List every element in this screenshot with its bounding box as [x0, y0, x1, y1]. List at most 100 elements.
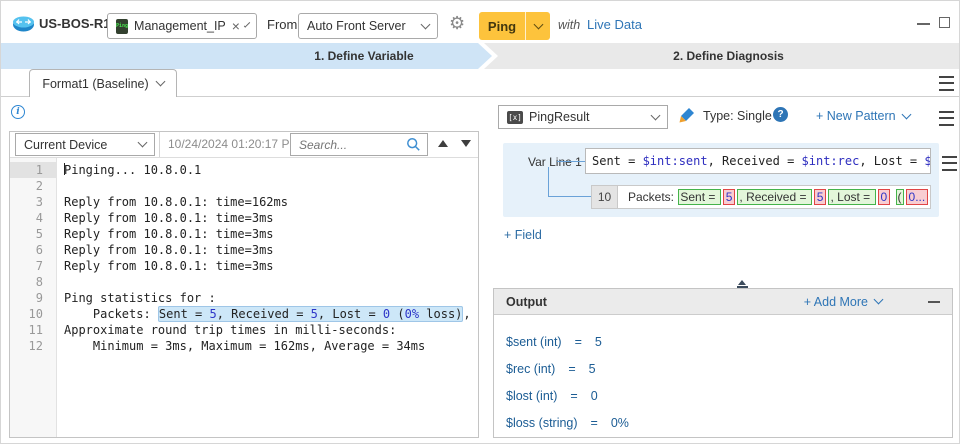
code-segment: Ping statistics for :: [64, 291, 216, 305]
collapse-up-icon[interactable]: [736, 280, 748, 288]
code-text: Minimum = 3ms, Maximum = 162ms, Average …: [56, 338, 425, 354]
code-editor[interactable]: 1Pinging... 10.8.0.123Reply from 10.8.0.…: [10, 158, 478, 437]
chevron-right-icon: ›: [929, 190, 931, 205]
tab-label: Format1 (Baseline): [42, 77, 148, 91]
step-define-diagnosis[interactable]: 2. Define Diagnosis: [498, 43, 959, 69]
help-icon[interactable]: ?: [773, 107, 788, 122]
menu-icon[interactable]: [942, 156, 957, 171]
router-icon: [12, 15, 35, 32]
add-field-link[interactable]: + Field: [504, 228, 542, 242]
next-match-button[interactable]: [461, 140, 471, 147]
menu-icon[interactable]: [939, 111, 954, 126]
match-segment: , Lost =: [828, 189, 875, 205]
live-data-link[interactable]: Live Data: [587, 17, 642, 32]
previous-match-button[interactable]: [438, 140, 448, 147]
menu-icon[interactable]: [939, 76, 954, 91]
step-define-variable[interactable]: 1. Define Variable: [1, 43, 492, 69]
command-select-value: Management_IP: [134, 19, 226, 33]
pattern-literal-token: Sent =: [592, 154, 643, 168]
code-line[interactable]: 4Reply from 10.8.0.1: time=3ms: [10, 210, 478, 226]
output-var-value: 5: [595, 335, 602, 349]
gear-icon[interactable]: ⚙: [449, 14, 465, 32]
code-line[interactable]: 12 Minimum = 3ms, Maximum = 162ms, Avera…: [10, 338, 478, 354]
add-more-label: + Add More: [804, 295, 868, 309]
selection-text: Sent =: [159, 307, 210, 321]
selection-text: loss): [419, 307, 462, 321]
code-segment: Reply from 10.8.0.1: time=162ms: [64, 195, 288, 209]
selection-text: (: [390, 307, 404, 321]
new-pattern-link[interactable]: + New Pattern: [816, 109, 910, 123]
match-segment: Packets:: [628, 190, 677, 204]
code-line[interactable]: 3 Reply from 10.8.0.1: time=162ms: [10, 194, 478, 210]
result-variable-select[interactable]: [x] PingResult: [498, 105, 668, 129]
raw-output-panel: Current Device 10/24/2024 01:20:17 PM 1P…: [9, 131, 479, 438]
code-segment: Reply from 10.8.0.1: time=3ms: [64, 211, 274, 225]
line-number: 12: [10, 338, 56, 354]
search-icon[interactable]: [406, 137, 421, 152]
connector-line: [548, 196, 591, 197]
output-row: $lost (int)=0: [494, 382, 952, 409]
pattern-literal-token: , Lost =: [859, 154, 924, 168]
code-line[interactable]: 2: [10, 178, 478, 194]
maximize-icon[interactable]: [939, 17, 950, 28]
pattern-variable-token: $int:sent: [643, 154, 708, 168]
with-label: with: [558, 18, 580, 32]
search-input[interactable]: [297, 137, 402, 153]
minimize-icon[interactable]: [917, 23, 930, 25]
chevron-down-icon: [874, 295, 884, 305]
output-equals: =: [570, 389, 577, 403]
line-number: 2: [10, 178, 56, 194]
one-line-link[interactable]: › 1 Line: [929, 185, 931, 209]
source-device-select[interactable]: Current Device: [15, 133, 155, 156]
code-text: Reply from 10.8.0.1: time=3ms: [56, 242, 274, 258]
device-name: US-BOS-R1: [39, 16, 111, 31]
output-equals: =: [591, 416, 598, 430]
matched-line-row[interactable]: 10 Packets: Sent = 5, Received = 5, Lost…: [591, 185, 931, 209]
chevron-down-icon[interactable]: [244, 21, 250, 27]
ping-run-split-button: Ping: [479, 12, 550, 40]
code-text: Reply from 10.8.0.1: time=3ms: [56, 210, 274, 226]
pattern-input[interactable]: Sent = $int:sent, Received = $int:rec, L…: [585, 148, 931, 174]
add-more-link[interactable]: + Add More: [804, 295, 882, 309]
code-line[interactable]: 9Ping statistics for :: [10, 290, 478, 306]
match-segment: 0...: [906, 189, 929, 205]
match-segment: 5: [814, 189, 827, 205]
tab-format1-baseline[interactable]: Format1 (Baseline): [29, 69, 177, 97]
output-var-value: 0%: [611, 416, 629, 430]
output-panel: Output + Add More $sent (int)=5$rec (int…: [493, 288, 953, 438]
front-server-select[interactable]: Auto Front Server: [298, 13, 438, 39]
ping-run-button[interactable]: Ping: [479, 12, 525, 40]
command-select[interactable]: Ping Management_IP ×: [107, 13, 257, 39]
ping-run-dropdown[interactable]: [525, 12, 550, 40]
edit-pencil-icon[interactable]: [679, 107, 695, 123]
code-segment: Minimum = 3ms, Maximum = 162ms, Average …: [64, 339, 425, 353]
code-line[interactable]: 10 Packets: Sent = 5, Received = 5, Lost…: [10, 306, 478, 322]
info-icon[interactable]: i: [11, 105, 25, 119]
output-header: Output + Add More: [494, 289, 952, 315]
toolbar-divider: [159, 132, 160, 157]
capture-timestamp: 10/24/2024 01:20:17 PM: [168, 137, 299, 151]
code-line[interactable]: 6Reply from 10.8.0.1: time=3ms: [10, 242, 478, 258]
code-text: Reply from 10.8.0.1: time=3ms: [56, 226, 274, 242]
line-number: 3: [10, 194, 56, 210]
remove-command-icon[interactable]: ×: [232, 19, 240, 33]
collapse-triangle: [738, 280, 746, 285]
chevron-down-icon: [421, 19, 431, 29]
code-line[interactable]: 5Reply from 10.8.0.1: time=3ms: [10, 226, 478, 242]
chevron-down-icon[interactable]: [155, 77, 165, 87]
connector-line: [557, 161, 585, 162]
selection-text: , Received =: [217, 307, 311, 321]
match-segment: (: [896, 189, 904, 205]
chevron-down-icon: [138, 138, 148, 148]
output-var-name: $lost (int): [506, 389, 557, 403]
chevron-down-icon: [533, 19, 543, 29]
code-line[interactable]: 8: [10, 274, 478, 290]
collapse-output-icon[interactable]: [928, 301, 940, 303]
collapse-bar: [737, 286, 748, 288]
code-line[interactable]: 7Reply from 10.8.0.1: time=3ms: [10, 258, 478, 274]
code-line[interactable]: 11Approximate round trip times in milli-…: [10, 322, 478, 338]
code-line[interactable]: 1Pinging... 10.8.0.1: [10, 162, 478, 178]
line-number: 8: [10, 274, 56, 290]
app-window: US-BOS-R1 Ping Management_IP × From Auto…: [0, 0, 960, 444]
code-text: Reply from 10.8.0.1: time=162ms: [56, 194, 288, 210]
